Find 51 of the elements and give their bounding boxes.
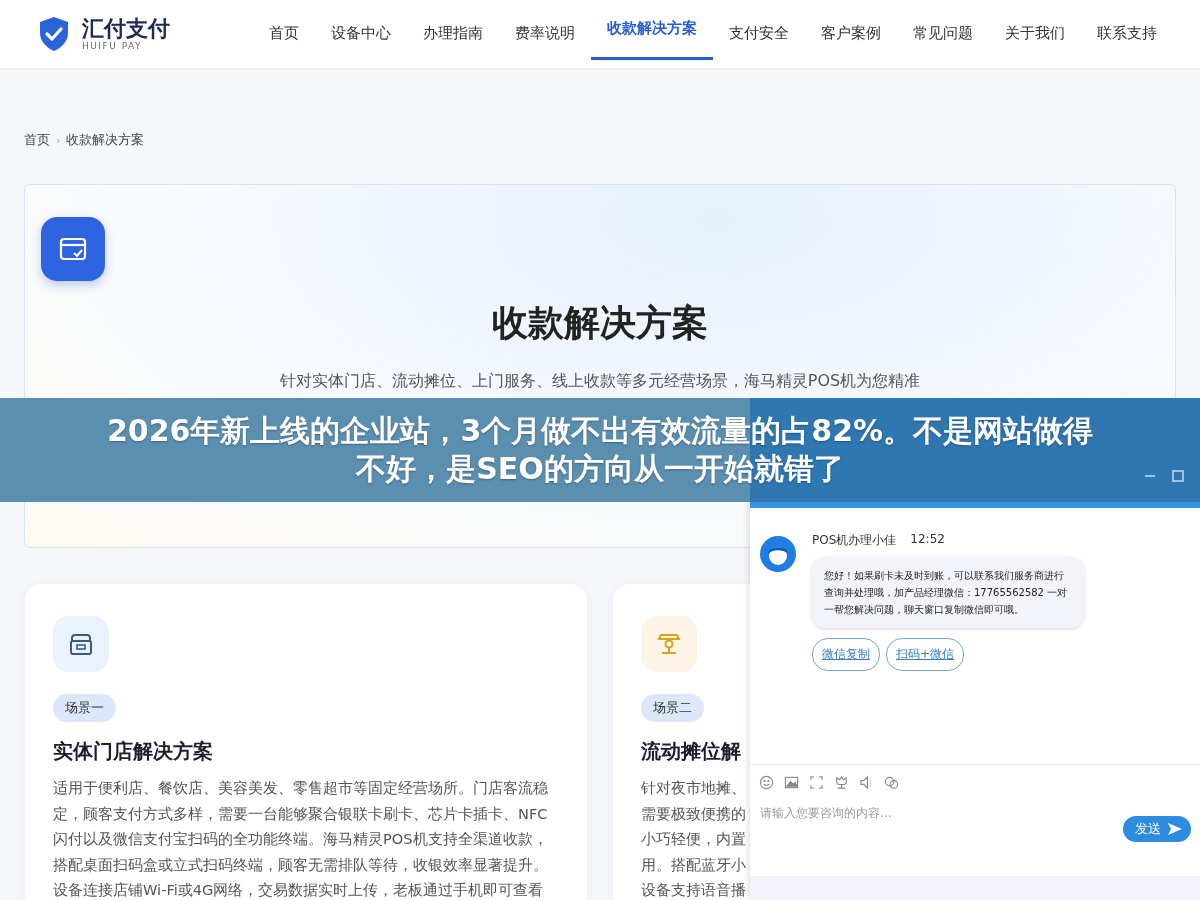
nav-link[interactable]: 关于我们 (989, 0, 1081, 68)
card-description-line: 针对夜市地摊、 (641, 778, 746, 798)
nav-link[interactable]: 办理指南 (407, 0, 499, 68)
nav-link[interactable]: 首页 (253, 0, 315, 68)
nav-link[interactable]: 收款解决方案 (591, 0, 713, 60)
card-description-line: 闪付以及微信支付宝扫码的全功能终端。海马精灵POS机支持全渠道收款， (53, 829, 548, 850)
card-title: 流动摊位解 (641, 738, 741, 765)
quick-reply-button[interactable]: 微信复制 (812, 638, 880, 671)
banner-headline-line: 不好，是SEO的方向从一开始就错了 (356, 450, 844, 488)
agent-name: POS机办理小佳 (812, 532, 897, 549)
card-description-line: 小巧轻便，内置 (641, 829, 746, 850)
wechat-icon[interactable] (884, 775, 899, 790)
card-description-line: 需要极致便携的 (641, 803, 746, 824)
card-description-line: 用。搭配蓝牙小 (641, 854, 746, 875)
screenshot-icon[interactable] (809, 775, 824, 790)
speaker-icon[interactable] (859, 775, 874, 790)
image-icon[interactable] (784, 775, 799, 790)
hero-description-line: 针对实体门店、流动摊位、上门服务、线上收款等多元经营场景，海马精灵POS机为您精准 (279, 370, 921, 392)
scenario-tag: 场景一 (53, 694, 116, 722)
card-description-line: 适用于便利店、餐饮店、美容美发、零售超市等固定经营场所。门店客流稳 (53, 778, 548, 798)
nav-link[interactable]: 设备中心 (315, 0, 407, 68)
brand-tagline: HUIFU PAY (82, 41, 143, 52)
card-title: 实体门店解决方案 (53, 738, 213, 765)
agent-avatar-icon (760, 536, 796, 572)
nav-link[interactable]: 常见问题 (897, 0, 989, 68)
send-button[interactable]: 发送 (1123, 816, 1191, 842)
wallet-icon (41, 217, 105, 281)
nav-link[interactable]: 客户案例 (805, 0, 897, 68)
nav-link[interactable]: 支付安全 (713, 0, 805, 68)
breadcrumb-link[interactable]: 首页 (24, 131, 50, 149)
quick-reply-button[interactable]: 扫码+微信 (886, 638, 965, 671)
card-description-line: 搭配桌面扫码盒或立式扫码终端，顾客无需排队等待，收银效率显著提升。 (53, 854, 548, 875)
nav-link[interactable]: 费率说明 (499, 0, 591, 68)
brand-name: 汇付支付 (82, 16, 170, 42)
card-description-line: 设备连接店铺Wi-Fi或4G网络，交易数据实时上传，老板通过手机即可查看 (53, 880, 545, 900)
smile-icon[interactable] (759, 775, 774, 790)
breadcrumb-link[interactable]: 收款解决方案 (66, 131, 145, 149)
breadcrumb-separator: › (56, 133, 61, 147)
message-input-field[interactable]: 请输入您要咨询的内容... (760, 804, 1123, 822)
card-description-line: 定，顾客支付方式多样，需要一台能够聚合银联卡刷卡、芯片卡插卡、NFC (53, 803, 548, 824)
flower-icon[interactable] (834, 775, 849, 790)
message-bubble: 您好！如果刷卡未及时到账，可以联系我们服务商进行查询并处理哦，加产品经理微信：17765562582 一对一帮您解决问题，聊天窗口复制微信即可哦。 (812, 557, 1084, 628)
nav-link[interactable]: 联系支持 (1081, 0, 1173, 68)
hero-title: 收款解决方案 (492, 301, 708, 345)
card-description-line: 设备支持语音播 (641, 880, 746, 900)
banner-headline-line: 2026年新上线的企业站，3个月做不出有效流量的占82%。不是网站做得 (106, 412, 1094, 450)
shield-check-icon (38, 16, 70, 52)
maximize-icon[interactable] (1172, 470, 1184, 482)
message-time: 12:52 (910, 532, 945, 548)
send-icon (1167, 821, 1183, 837)
scenario-tag: 场景二 (641, 694, 704, 722)
